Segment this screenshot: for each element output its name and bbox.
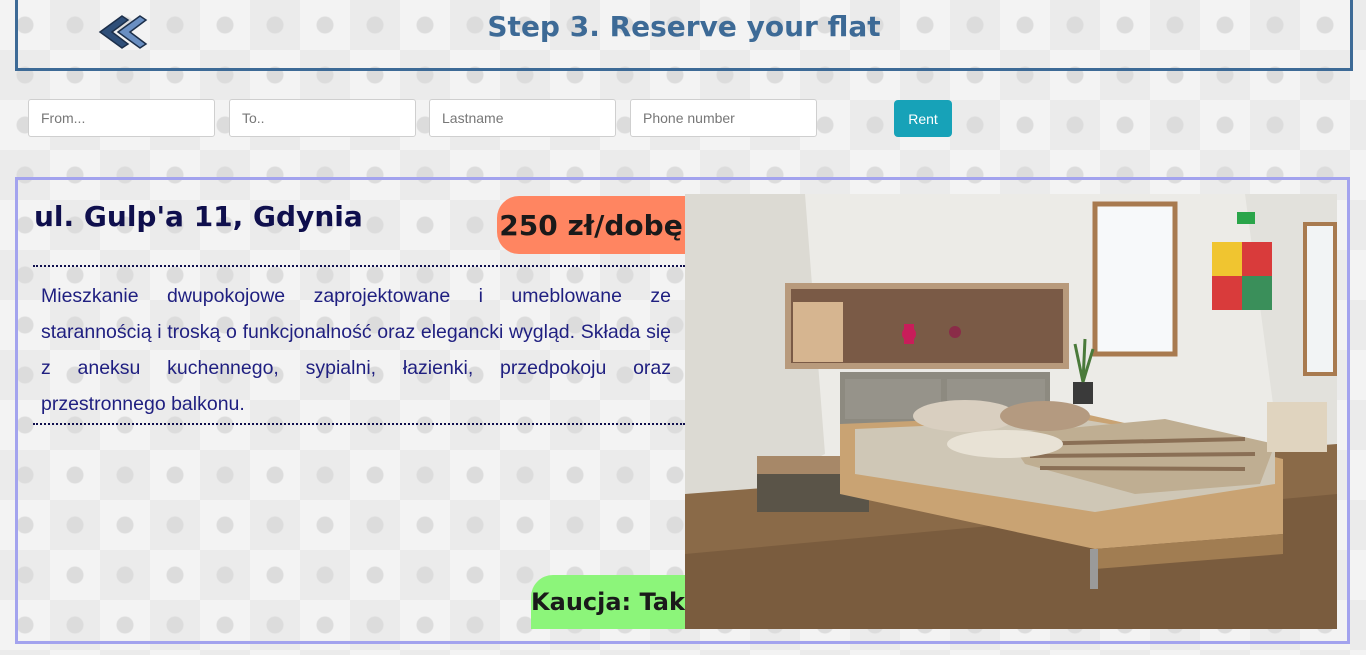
- page-title: Step 3. Reserve your flat: [487, 10, 881, 43]
- rent-button[interactable]: Rent: [894, 100, 952, 137]
- divider-bottom: [33, 423, 685, 425]
- listing-description: Mieszkanie dwupokojowe zaprojektowane i …: [41, 285, 671, 415]
- listing-address: ul. Gulp'a 11, Gdynia: [34, 200, 363, 233]
- price-badge: 250 zł/dobę: [497, 196, 685, 254]
- to-date-input[interactable]: [229, 99, 416, 137]
- bedroom-photo: [685, 194, 1337, 629]
- phone-number-input[interactable]: [630, 99, 817, 137]
- from-date-input[interactable]: [28, 99, 215, 137]
- lastname-input[interactable]: [429, 99, 616, 137]
- header-bar: Step 3. Reserve your flat: [15, 0, 1353, 71]
- listing-card: ul. Gulp'a 11, Gdynia 250 zł/dobę Mieszk…: [15, 177, 1350, 644]
- divider-top: [33, 265, 685, 267]
- deposit-badge: Kaucja: Tak: [531, 575, 685, 629]
